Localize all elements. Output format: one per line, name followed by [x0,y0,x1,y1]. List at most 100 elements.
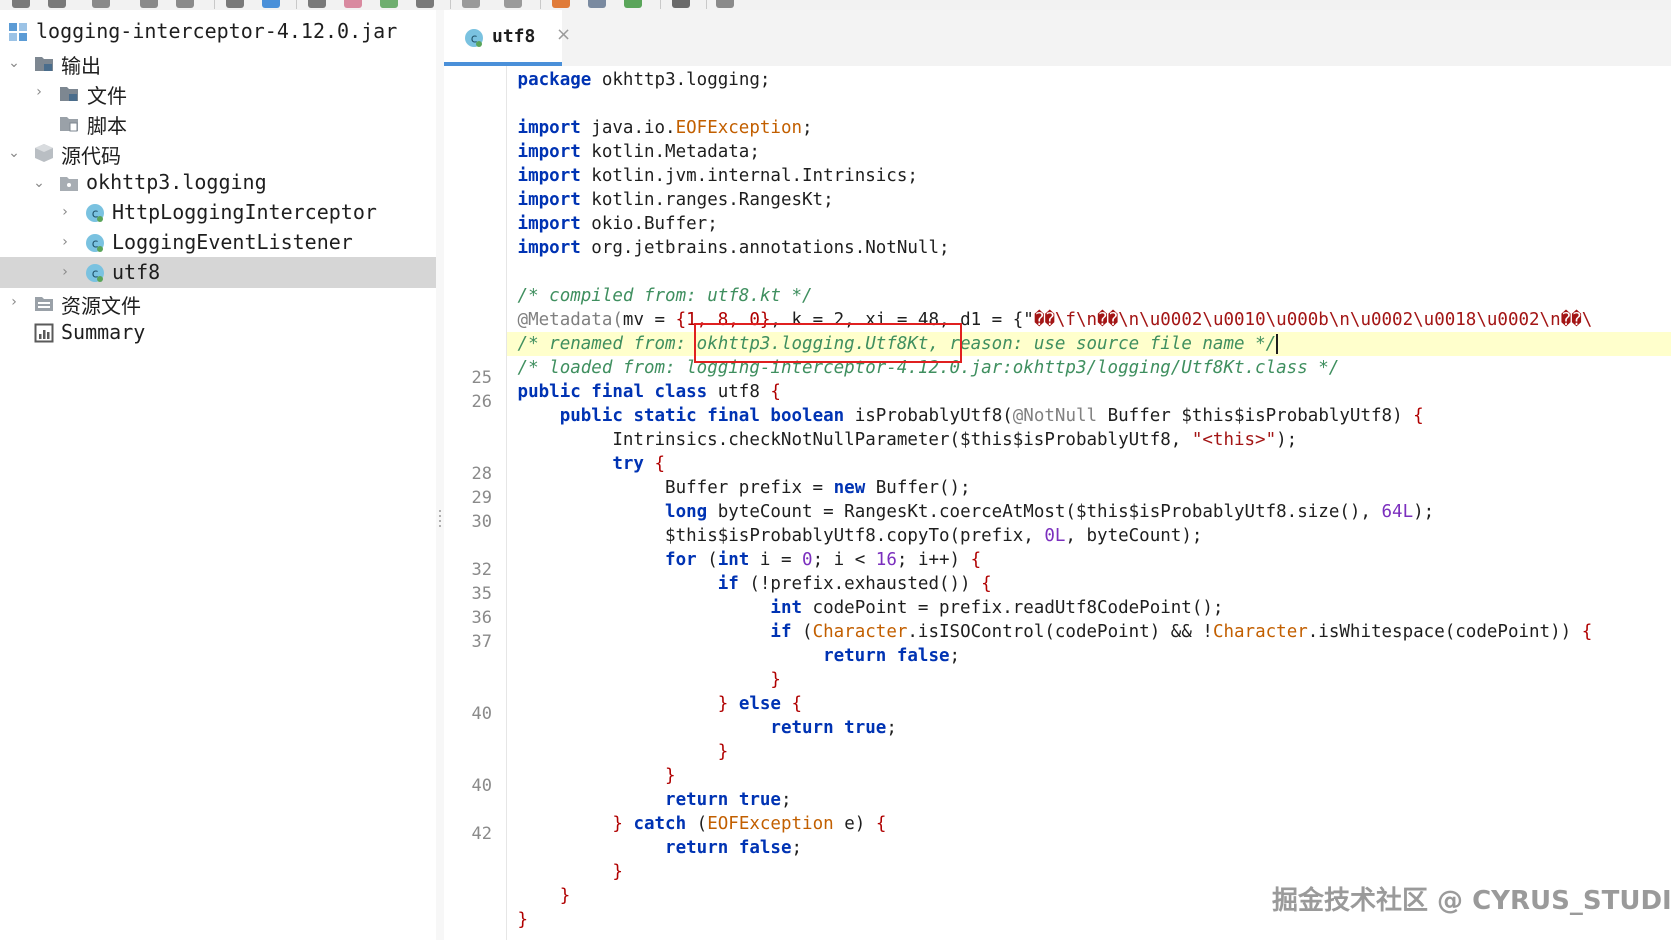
save-icon[interactable] [12,0,30,8]
code-line: $this$isProbablyUtf8.copyTo(prefix, 0L, … [665,526,1203,546]
find-usages-icon[interactable] [344,0,362,8]
chevron-right-icon[interactable]: › [58,205,72,219]
chevron-down-icon[interactable]: ⌄ [7,146,21,160]
tree-item-label: Summary [61,320,146,344]
code-line: public static final boolean isProbablyUt… [559,406,1424,426]
tree-item-class-utf8[interactable]: › c utf8 [0,257,436,288]
tree-item-scripts[interactable]: 脚本 [0,107,436,138]
class-icon: c [86,204,104,222]
close-icon[interactable]: × [556,24,571,45]
line-number: 40 [471,704,492,724]
line-number: 37 [471,632,492,652]
tree-item-class-loggingeventlistener[interactable]: › c LoggingEventListener [0,227,436,258]
code-line: @Metadata(mv = {1, 8, 0}, k = 2, xi = 48… [517,310,1593,330]
tools-icon[interactable] [416,0,434,8]
expand-icon[interactable] [176,0,194,8]
chevron-right-icon[interactable]: › [32,85,46,99]
folder-icon [35,297,53,311]
terminal-icon[interactable] [672,0,690,8]
find-icon[interactable] [380,0,398,8]
code-line: public final class utf8 { [517,382,781,402]
toolbar-separator [450,0,451,9]
tree-item-summary[interactable]: Summary [0,317,436,348]
chevron-right-icon[interactable]: › [58,235,72,249]
code-line: import kotlin.Metadata; [517,142,760,162]
tab-label: utf8 [492,26,536,47]
tab-utf8[interactable]: c utf8 × [444,10,571,66]
tree-item-source[interactable]: ⌄ 源代码 [0,137,436,168]
chevron-down-icon[interactable]: ⌄ [32,176,46,190]
code-line: } [665,766,676,786]
code-line: /* compiled from: utf8.kt */ [517,286,813,306]
tree-root-label: logging-interceptor-4.12.0.jar [36,19,398,43]
tree-item-label: HttpLoggingInterceptor [112,200,377,224]
chevron-right-icon[interactable]: › [58,265,72,279]
code-line: import okio.Buffer; [517,214,718,234]
tree-item-resources[interactable]: › 资源文件 [0,287,436,318]
settings-icon[interactable] [552,0,570,8]
tree-item-label: LoggingEventListener [112,230,353,254]
line-number: 25 [471,368,492,388]
code-line: int codePoint = prefix.readUtf8CodePoint… [770,598,1224,618]
code-line: } [770,670,781,690]
tree-item-class-httplogginginterceptor[interactable]: › c HttpLoggingInterceptor [0,197,436,228]
code-line: for (int i = 0; i < 16; i++) { [665,550,982,570]
image-icon[interactable] [588,0,606,8]
line-number: 35 [471,584,492,604]
code-line: if (!prefix.exhausted()) { [717,574,992,594]
refresh-icon[interactable] [48,0,66,8]
open-icon[interactable] [92,0,110,8]
tree-item-output[interactable]: ⌄ 输出 [0,47,436,78]
code-line: import java.io.EOFException; [517,118,813,138]
line-number: 30 [471,512,492,532]
chevron-down-icon[interactable]: ⌄ [7,56,21,70]
package-box-icon [35,144,53,162]
tree-item-label: 资源文件 [61,294,141,318]
line-number: 26 [471,392,492,412]
class-icon: c [86,264,104,282]
code-line: return false; [665,838,803,858]
line-number: 32 [471,560,492,580]
structure-icon[interactable] [226,0,244,8]
search-icon[interactable] [262,0,280,8]
class-icon: c [465,29,483,47]
toolbar-separator [296,0,297,9]
splitter-grip [439,520,441,522]
forward-icon[interactable] [504,0,522,8]
script-folder-icon [60,117,78,132]
text-caret [1276,334,1279,354]
code-line: if (Character.isISOControl(codePoint) &&… [770,622,1593,642]
android-icon[interactable] [624,0,642,8]
code-editor[interactable]: package okhttp3.logging; import java.io.… [507,66,1671,940]
back-icon[interactable] [462,0,480,8]
folder-icon [60,87,78,101]
class-icon: c [86,234,104,252]
tree-item-files[interactable]: › 文件 [0,77,436,108]
splitter-grip [439,515,441,517]
code-line: Buffer prefix = new Buffer(); [665,478,971,498]
line-number: 29 [471,488,492,508]
find-icon[interactable] [308,0,326,8]
code-line: import kotlin.jvm.internal.Intrinsics; [517,166,918,186]
folder-icon [35,57,53,71]
close-icon[interactable] [140,0,158,8]
tools-icon[interactable] [716,0,734,8]
code-line: long byteCount = RangesKt.coerceAtMost($… [665,502,1435,522]
tree-item-package[interactable]: ⌄ okhttp3.logging [0,167,436,198]
line-number: 42 [471,824,492,844]
tree-item-label: utf8 [112,260,161,284]
chevron-right-icon[interactable]: › [7,295,21,309]
line-number: 28 [471,464,492,484]
toolbar-separator [660,0,661,9]
line-number-gutter: 25 26 28 29 30 32 35 36 37 40 40 42 [444,66,507,940]
panel-splitter[interactable] [436,10,444,940]
code-line: try { [612,454,666,474]
toolbar-separator [706,0,707,9]
code-line: import org.jetbrains.annotations.NotNull… [517,238,950,258]
tree-item-label: 源代码 [61,144,121,168]
line-number: 36 [471,608,492,628]
tree-root[interactable]: logging-interceptor-4.12.0.jar [0,16,436,47]
tree-item-label: 脚本 [87,114,127,138]
line-number: 40 [471,776,492,796]
tree-item-label: 输出 [61,54,101,78]
